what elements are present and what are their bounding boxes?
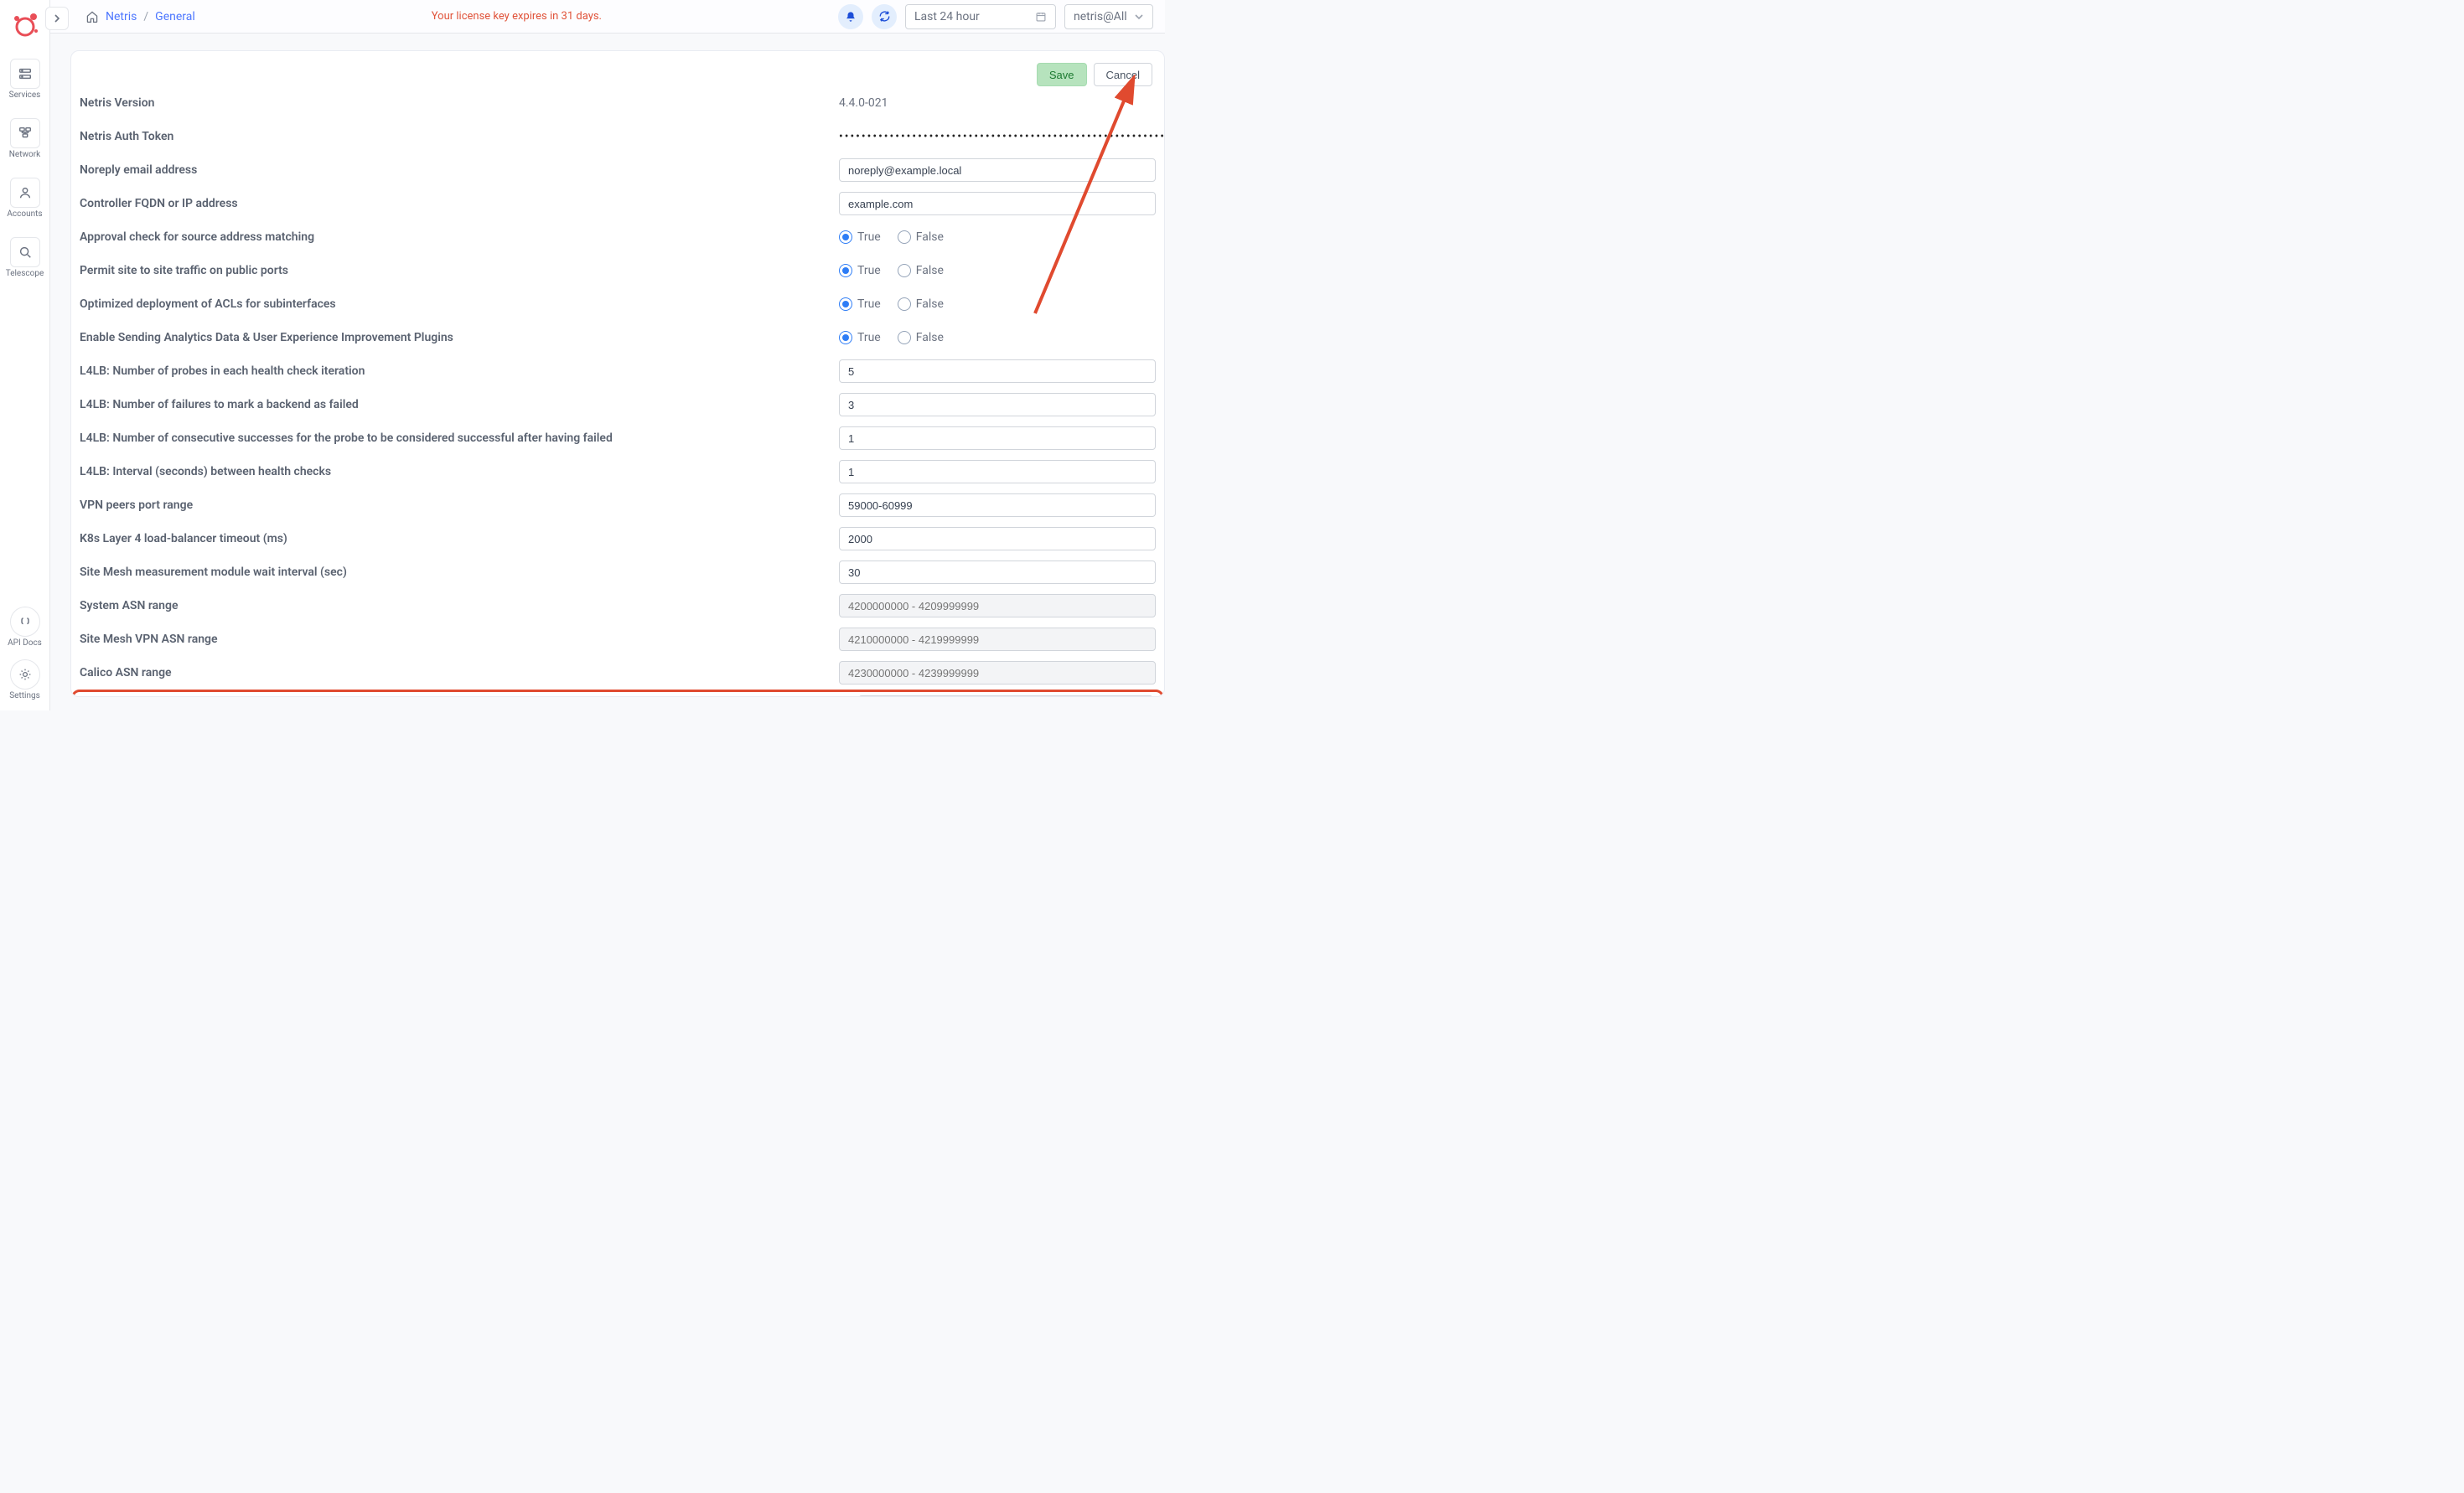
vpn-peers-input[interactable] <box>839 493 1156 517</box>
notifications-button[interactable] <box>838 4 863 29</box>
sidebar-collapse-button[interactable] <box>45 7 69 30</box>
breadcrumb-separator: / <box>143 10 148 23</box>
fqdn-input[interactable] <box>839 192 1156 215</box>
sitemesh-wait-input[interactable] <box>839 561 1156 584</box>
cancel-button[interactable]: Cancel <box>1094 63 1152 86</box>
breadcrumb-current[interactable]: General <box>155 10 195 23</box>
tenant-select[interactable]: netris@All <box>1064 4 1153 29</box>
nav-api-docs[interactable]: API Docs <box>3 602 48 651</box>
network-icon <box>18 126 33 141</box>
sitemesh-wait-label: Site Mesh measurement module wait interv… <box>80 566 839 579</box>
radio-icon <box>839 331 852 344</box>
save-button[interactable]: Save <box>1037 63 1087 86</box>
nav-services-label: Services <box>9 90 41 100</box>
nav-network-label: Network <box>9 150 40 159</box>
analytics-label: Enable Sending Analytics Data & User Exp… <box>80 331 839 344</box>
permit-site-false[interactable]: False <box>898 264 944 277</box>
api-docs-icon <box>18 615 32 628</box>
netris-version-label: Netris Version <box>80 96 839 110</box>
calendar-icon <box>1035 11 1047 23</box>
auth-token-value: ••••••••••••••••••••••••••••••••••••••••… <box>839 130 1164 143</box>
telescope-icon <box>18 245 33 260</box>
l4lb-failures-label: L4LB: Number of failures to mark a backe… <box>80 398 839 411</box>
local-repository-row: Local Repository ? <box>71 690 1164 696</box>
noreply-input[interactable] <box>839 158 1156 182</box>
calico-asn-input <box>839 661 1156 685</box>
auth-token-label: Netris Auth Token <box>80 130 839 143</box>
radio-icon <box>839 297 852 311</box>
permit-site-true[interactable]: True <box>839 264 881 277</box>
radio-icon <box>898 331 911 344</box>
refresh-button[interactable] <box>872 4 897 29</box>
daterange-picker[interactable]: Last 24 hour <box>905 4 1056 29</box>
settings-icon <box>18 668 32 681</box>
nav-services[interactable]: Services <box>3 54 48 103</box>
sidebar: Services Network Accounts Telescope AP <box>0 0 50 710</box>
local-repo-input[interactable] <box>858 695 1153 696</box>
nav-telescope-label: Telescope <box>6 269 44 278</box>
radio-icon <box>839 230 852 244</box>
l4lb-interval-label: L4LB: Interval (seconds) between health … <box>80 465 839 478</box>
nav-accounts-label: Accounts <box>7 209 42 219</box>
approval-check-false[interactable]: False <box>898 230 944 244</box>
home-icon <box>85 10 99 23</box>
calico-asn-label: Calico ASN range <box>80 666 839 679</box>
radio-icon <box>839 264 852 277</box>
tenant-value: netris@All <box>1074 10 1127 23</box>
analytics-false[interactable]: False <box>898 331 944 344</box>
system-asn-input <box>839 594 1156 617</box>
vpn-peers-label: VPN peers port range <box>80 499 839 512</box>
services-icon <box>18 66 33 81</box>
permit-site-label: Permit site to site traffic on public po… <box>80 264 839 277</box>
sitemesh-asn-label: Site Mesh VPN ASN range <box>80 633 839 646</box>
approval-check-true[interactable]: True <box>839 230 881 244</box>
nav-telescope[interactable]: Telescope <box>3 232 48 282</box>
radio-icon <box>898 297 911 311</box>
k8s-timeout-input[interactable] <box>839 527 1156 550</box>
l4lb-successes-input[interactable] <box>839 426 1156 450</box>
daterange-value: Last 24 hour <box>914 10 980 23</box>
l4lb-probes-label: L4LB: Number of probes in each health ch… <box>80 364 839 378</box>
accounts-icon <box>18 185 33 200</box>
analytics-true[interactable]: True <box>839 331 881 344</box>
system-asn-label: System ASN range <box>80 599 839 612</box>
l4lb-successes-label: L4LB: Number of consecutive successes fo… <box>80 431 839 445</box>
chevron-down-icon <box>1134 12 1144 22</box>
fqdn-label: Controller FQDN or IP address <box>80 197 839 210</box>
app-logo <box>8 8 42 42</box>
nav-settings-label: Settings <box>9 691 40 700</box>
optimized-acl-false[interactable]: False <box>898 297 944 311</box>
license-warning: Your license key expires in 31 days. <box>432 10 602 23</box>
netris-version-value: 4.4.0-021 <box>839 96 888 110</box>
approval-check-label: Approval check for source address matchi… <box>80 230 839 244</box>
nav-network[interactable]: Network <box>3 113 48 163</box>
l4lb-failures-input[interactable] <box>839 393 1156 416</box>
sitemesh-asn-input <box>839 628 1156 651</box>
radio-icon <box>898 264 911 277</box>
noreply-label: Noreply email address <box>80 163 839 177</box>
optimized-acl-true[interactable]: True <box>839 297 881 311</box>
k8s-timeout-label: K8s Layer 4 load-balancer timeout (ms) <box>80 532 839 545</box>
optimized-acl-label: Optimized deployment of ACLs for subinte… <box>80 297 839 311</box>
breadcrumb: Netris / General <box>85 10 195 23</box>
l4lb-probes-input[interactable] <box>839 359 1156 383</box>
settings-card: Save Cancel Netris Version 4.4.0-021 Net… <box>70 50 1165 697</box>
radio-icon <box>898 230 911 244</box>
l4lb-interval-input[interactable] <box>839 460 1156 483</box>
nav-accounts[interactable]: Accounts <box>3 173 48 222</box>
nav-settings[interactable]: Settings <box>3 654 48 704</box>
topbar: Netris / General Your license key expire… <box>50 0 1165 34</box>
breadcrumb-root[interactable]: Netris <box>106 10 137 23</box>
nav-api-docs-label: API Docs <box>8 638 42 648</box>
